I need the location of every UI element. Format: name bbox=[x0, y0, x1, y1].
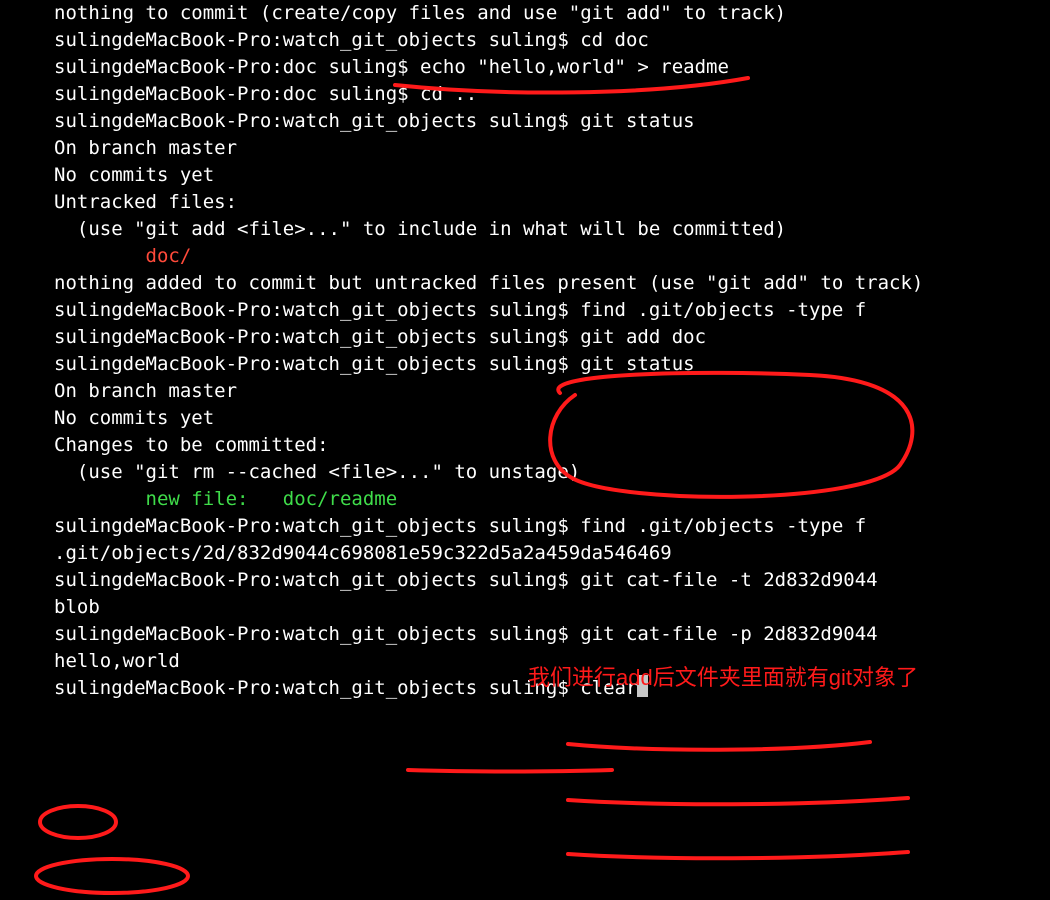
terminal-text: (use "git add <file>..." to include in w… bbox=[54, 218, 786, 240]
terminal-line: sulingdeMacBook-Pro:watch_git_objects su… bbox=[54, 27, 1050, 54]
terminal-line: sulingdeMacBook-Pro:watch_git_objects su… bbox=[54, 108, 1050, 135]
terminal-text: sulingdeMacBook-Pro:watch_git_objects su… bbox=[54, 623, 878, 645]
terminal-line: blob bbox=[54, 594, 1050, 621]
terminal-line: sulingdeMacBook-Pro:watch_git_objects su… bbox=[54, 621, 1050, 648]
annotation-caption: 我们进行add后文件夹里面就有git对象了 bbox=[528, 660, 918, 692]
terminal-text: hello,world bbox=[54, 650, 180, 672]
terminal-line: nothing added to commit but untracked fi… bbox=[54, 270, 1050, 297]
terminal-text: blob bbox=[54, 596, 100, 618]
terminal-text: sulingdeMacBook-Pro:doc suling$ echo "he… bbox=[54, 56, 729, 78]
terminal-line: sulingdeMacBook-Pro:watch_git_objects su… bbox=[54, 351, 1050, 378]
terminal-line: new file: doc/readme bbox=[54, 486, 1050, 513]
terminal-text: Untracked files: bbox=[54, 191, 237, 213]
terminal-text: No commits yet bbox=[54, 164, 214, 186]
terminal-text: .git/objects/2d/832d9044c698081e59c322d5… bbox=[54, 542, 672, 564]
terminal-line: sulingdeMacBook-Pro:doc suling$ cd .. bbox=[54, 81, 1050, 108]
terminal-line: On branch master bbox=[54, 135, 1050, 162]
terminal-line: sulingdeMacBook-Pro:watch_git_objects su… bbox=[54, 513, 1050, 540]
terminal-line: .git/objects/2d/832d9044c698081e59c322d5… bbox=[54, 540, 1050, 567]
terminal-text: sulingdeMacBook-Pro:watch_git_objects su… bbox=[54, 110, 695, 132]
terminal-text: sulingdeMacBook-Pro:watch_git_objects su… bbox=[54, 29, 649, 51]
terminal-line: nothing to commit (create/copy files and… bbox=[54, 0, 1050, 27]
terminal-text: nothing added to commit but untracked fi… bbox=[54, 272, 923, 294]
terminal-text: sulingdeMacBook-Pro:watch_git_objects su… bbox=[54, 299, 866, 321]
terminal-text: (use "git rm --cached <file>..." to unst… bbox=[54, 461, 580, 483]
terminal-line: No commits yet bbox=[54, 405, 1050, 432]
terminal-text: sulingdeMacBook-Pro:watch_git_objects su… bbox=[54, 353, 695, 375]
terminal-text: doc/ bbox=[146, 245, 192, 267]
terminal-text: sulingdeMacBook-Pro:doc suling$ cd .. bbox=[54, 83, 477, 105]
terminal-line: No commits yet bbox=[54, 162, 1050, 189]
terminal-line: Changes to be committed: bbox=[54, 432, 1050, 459]
terminal-line: sulingdeMacBook-Pro:watch_git_objects su… bbox=[54, 297, 1050, 324]
terminal-line: sulingdeMacBook-Pro:doc suling$ echo "he… bbox=[54, 54, 1050, 81]
terminal-text: sulingdeMacBook-Pro:watch_git_objects su… bbox=[54, 569, 878, 591]
terminal-text: new file: doc/readme bbox=[146, 488, 398, 510]
terminal-line: Untracked files: bbox=[54, 189, 1050, 216]
terminal-line: sulingdeMacBook-Pro:watch_git_objects su… bbox=[54, 324, 1050, 351]
terminal-text: nothing to commit (create/copy files and… bbox=[54, 2, 786, 24]
terminal-line: On branch master bbox=[54, 378, 1050, 405]
terminal-text: sulingdeMacBook-Pro:watch_git_objects su… bbox=[54, 515, 866, 537]
terminal-text: On branch master bbox=[54, 137, 237, 159]
terminal-line: (use "git add <file>..." to include in w… bbox=[54, 216, 1050, 243]
terminal-text: sulingdeMacBook-Pro:watch_git_objects su… bbox=[54, 326, 706, 348]
terminal-text: No commits yet bbox=[54, 407, 214, 429]
terminal-line: (use "git rm --cached <file>..." to unst… bbox=[54, 459, 1050, 486]
terminal-line: sulingdeMacBook-Pro:watch_git_objects su… bbox=[54, 567, 1050, 594]
terminal-line: doc/ bbox=[54, 243, 1050, 270]
terminal-text bbox=[54, 245, 146, 267]
terminal-viewport[interactable]: nothing to commit (create/copy files and… bbox=[0, 0, 1050, 900]
terminal-text: Changes to be committed: bbox=[54, 434, 329, 456]
terminal-text bbox=[54, 488, 146, 510]
terminal-text: On branch master bbox=[54, 380, 237, 402]
